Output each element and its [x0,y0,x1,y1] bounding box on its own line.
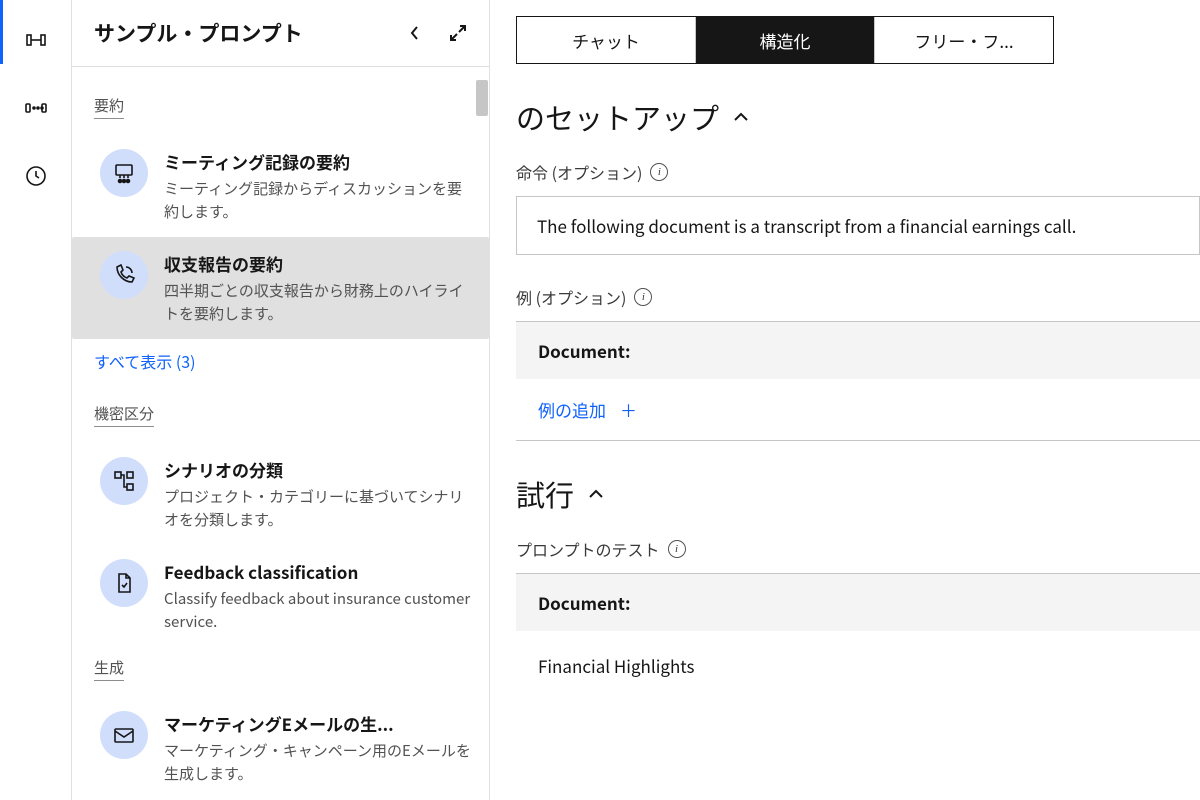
rail-clock-icon[interactable] [16,156,56,196]
sample-prompts-sidebar: サンプル・プロンプト 要約ミーティング記録の要約ミーティング記録からディスカッシ… [72,0,490,800]
example-header: Document: [516,322,1200,379]
example-box: Document: 例の追加 ＋ [516,321,1200,441]
rail-prompt-icon[interactable] [16,20,56,60]
chevron-up-icon [733,112,749,122]
plus-icon: ＋ [620,397,637,422]
info-icon[interactable]: i [668,540,686,558]
test-doc-header: Document: [516,574,1200,631]
doc-icon [100,559,148,607]
info-icon[interactable]: i [634,288,652,306]
info-icon[interactable]: i [650,163,668,181]
meeting-icon [100,149,148,197]
main-panel: チャット 構造化 フリー・フ... のセットアップ 命令 (オプション) i T… [490,0,1200,800]
section-label: 生成 [94,657,124,681]
add-example-button[interactable]: 例の追加 ＋ [516,379,1200,440]
mail-icon [100,711,148,759]
prompt-item-desc: プロジェクト・カテゴリーに基づいてシナリオを分類します。 [164,486,471,531]
prompt-item-title: マーケティングEメールの生... [164,711,471,736]
test-doc-body[interactable]: Financial Highlights [516,631,1200,700]
prompt-item-desc: マーケティング・キャンペーン用のEメールを生成します。 [164,740,471,785]
instruction-label: 命令 (オプション) i [516,160,1200,184]
section-label: 機密区分 [94,403,154,427]
prompt-item-title: Feedback classification [164,559,471,584]
scrollbar[interactable] [476,80,488,116]
test-label: プロンプトのテスト i [516,537,1200,561]
trial-section-title[interactable]: 試行 [516,473,1200,515]
setup-section-title[interactable]: のセットアップ [516,96,1200,138]
section-label: 要約 [94,95,124,119]
prompt-item-title: ミーティング記録の要約 [164,149,471,174]
prompt-item-desc: 四半期ごとの収支報告から財務上のハイライトを要約します。 [164,280,471,325]
setup-title-text: のセットアップ [516,96,719,138]
tab-chat[interactable]: チャット [517,17,696,63]
prompt-item[interactable]: シナリオの分類プロジェクト・カテゴリーに基づいてシナリオを分類します。 [94,443,489,545]
prompt-item-title: 収支報告の要約 [164,251,471,276]
tree-icon [100,457,148,505]
expand-icon[interactable] [449,24,467,42]
sidebar-title: サンプル・プロンプト [94,18,303,48]
prompt-item[interactable]: マーケティングEメールの生... マーケティング・キャンペーン用のEメールを生成し… [94,697,489,799]
rail-history-icon[interactable] [16,88,56,128]
back-icon[interactable] [409,24,421,42]
chevron-up-icon [588,489,604,499]
prompt-item-title: シナリオの分類 [164,457,471,482]
test-box: Document: Financial Highlights [516,573,1200,700]
show-all-link[interactable]: すべて表示 (3) [94,339,489,393]
instruction-input[interactable]: The following document is a transcript f… [516,196,1200,255]
tab-structured[interactable]: 構造化 [696,17,875,63]
prompt-item[interactable]: ミーティング記録の要約ミーティング記録からディスカッションを要約します。 [94,135,489,237]
tab-free[interactable]: フリー・フ... [875,17,1053,63]
left-rail [0,0,72,800]
prompt-item-desc: Classify feedback about insurance custom… [164,588,471,633]
prompt-item-desc: ミーティング記録からディスカッションを要約します。 [164,178,471,223]
mode-tabs: チャット 構造化 フリー・フ... [516,16,1054,64]
prompt-item[interactable]: Feedback classification Classify feedback… [94,545,489,647]
example-label: 例 (オプション) i [516,285,1200,309]
phone-icon [100,251,148,299]
prompt-item[interactable]: 収支報告の要約四半期ごとの収支報告から財務上のハイライトを要約します。 [72,237,489,339]
trial-title-text: 試行 [516,473,574,515]
